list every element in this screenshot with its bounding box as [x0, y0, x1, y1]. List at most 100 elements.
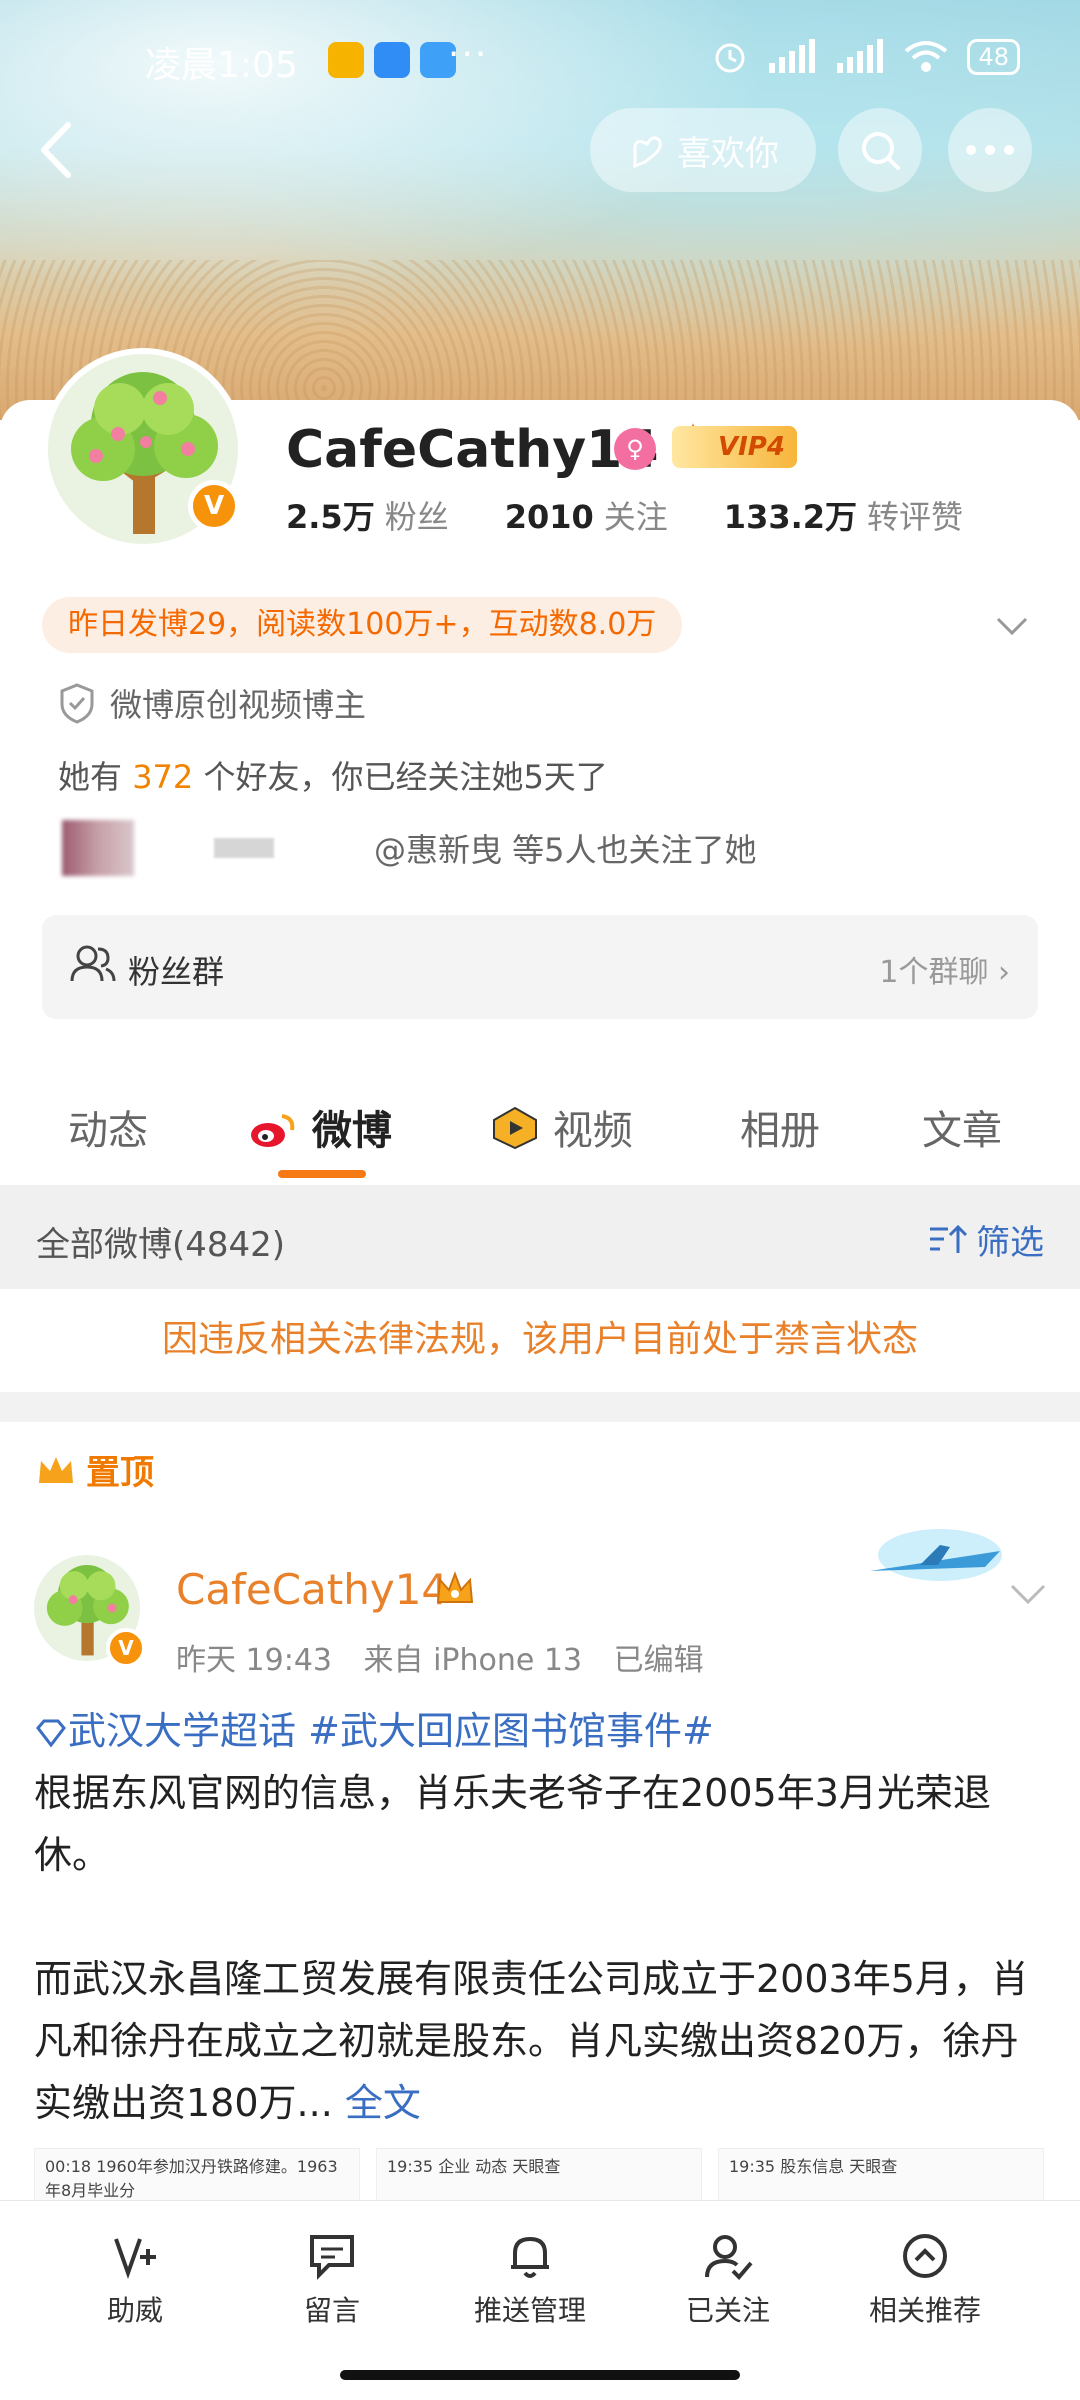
post-source: 来自 iPhone 13	[363, 1643, 583, 1678]
filter-button[interactable]: 筛选	[928, 1215, 1044, 1264]
wifi-icon	[905, 41, 948, 72]
stat-value: 2010	[504, 498, 594, 536]
verified-badge-icon: V	[106, 1628, 146, 1668]
friends-count[interactable]: 372	[132, 758, 193, 796]
alarm-icon	[715, 43, 745, 73]
stat-label: 粉丝	[384, 498, 449, 536]
bottom-nav-label: 已关注	[685, 2294, 770, 2327]
bottom-nav-label: 相关推荐	[868, 2294, 981, 2327]
chevron-left-icon	[41, 122, 71, 178]
stat-interactions[interactable]: 133.2万 转评赞	[724, 492, 963, 538]
tab-video[interactable]: 视频	[490, 1098, 633, 1156]
comment-button[interactable]: 留言	[252, 2231, 412, 2329]
airplane-sticker-icon	[870, 1529, 1002, 1581]
ellipsis-icon	[966, 145, 1014, 155]
recommend-icon	[903, 2234, 947, 2278]
home-indicator[interactable]	[340, 2370, 740, 2380]
signal-icon-2	[837, 39, 884, 73]
push-settings-button[interactable]: 推送管理	[450, 2231, 610, 2329]
post-paragraph-2: 而武汉永昌隆工贸发展有限责任公司成立于2003年5月，肖凡和徐丹在成立之初就是股…	[34, 1957, 1029, 2125]
filter-icon	[930, 1224, 968, 1253]
heart-hand-icon	[633, 136, 662, 169]
vip-badge[interactable]: VIP4	[672, 426, 797, 468]
like-you-button[interactable]: 喜欢你	[590, 108, 816, 192]
pinned-label: 置顶	[36, 1445, 154, 1494]
mutual-followers[interactable]: @惠新曳 等5人也关注了她	[62, 820, 757, 876]
followed-button[interactable]: 已关注	[648, 2231, 808, 2329]
chevron-down-icon[interactable]	[992, 605, 1032, 645]
chat-app-icon	[374, 42, 410, 78]
creator-label: 微博原创视频博主	[110, 686, 367, 724]
video-icon	[493, 1106, 537, 1150]
fan-group-row[interactable]: 粉丝群 1个群聊 ›	[42, 915, 1038, 1019]
blurred-avatar	[62, 820, 134, 876]
more-options-button[interactable]	[948, 108, 1032, 192]
cheer-icon	[114, 2238, 156, 2280]
weibo-app-icon	[328, 42, 364, 78]
post-time: 昨天 19:43	[176, 1643, 332, 1678]
friends-suffix: 个好友，你已经关注她5天了	[203, 758, 608, 796]
verified-badge-icon: V	[188, 480, 240, 532]
diamond-icon	[36, 1719, 66, 1748]
profile-username: CafeCathy14	[286, 420, 659, 480]
stat-value: 2.5万	[286, 498, 375, 536]
read-more-link[interactable]: 全文	[345, 2081, 421, 2125]
bottom-nav-label: 助威	[106, 2294, 163, 2327]
status-time: 凌晨1:05	[145, 45, 298, 86]
pinned-text: 置顶	[86, 1453, 154, 1493]
back-button[interactable]	[30, 115, 80, 185]
signal-icon	[769, 39, 816, 73]
section-divider	[0, 1392, 1080, 1422]
crown-icon	[39, 1456, 73, 1483]
stat-value: 133.2万	[723, 498, 858, 536]
related-recommend-button[interactable]: 相关推荐	[845, 2231, 1005, 2329]
profile-stats: 2.5万 粉丝 2010 关注 133.2万 转评赞	[286, 492, 963, 538]
stat-label: 转评赞	[867, 498, 964, 536]
tab-weibo[interactable]: 微博	[248, 1098, 392, 1156]
tab-dynamic[interactable]: 动态	[68, 1098, 148, 1156]
message-icon	[310, 2235, 354, 2280]
banned-notice: 因违反相关法律法规，该用户目前处于禁言状态	[0, 1290, 1080, 1390]
status-bar: 凌晨1:05 ··· 48	[0, 30, 1080, 90]
profile-tabs: 动态 微博 视频 相册 文章	[0, 1090, 1080, 1180]
creator-label-row: 微博原创视频博主	[58, 680, 366, 726]
post-edited[interactable]: 已编辑	[614, 1643, 704, 1678]
fan-group-label: 粉丝群	[128, 953, 225, 991]
post-images: 00:18 1960年参加汉丹铁路修建。1963年8月毕业分 19:35 企业 …	[34, 2148, 1044, 2208]
tab-album[interactable]: 相册	[740, 1098, 820, 1156]
activity-summary[interactable]: 昨日发博29，阅读数100万+，互动数8.0万	[42, 597, 683, 653]
post-author-name[interactable]: CafeCathy14	[176, 1565, 448, 1614]
post-paragraph-1: 根据东风官网的信息，肖乐夫老爷子在2005年3月光荣退休。	[34, 1771, 991, 1877]
more-notifications-icon: ···	[448, 34, 489, 75]
blurred-name	[214, 838, 274, 858]
bottom-nav-label: 留言	[303, 2294, 360, 2327]
filter-label: 筛选	[976, 1223, 1044, 1263]
shield-icon	[60, 683, 94, 724]
stat-followers[interactable]: 2.5万 粉丝	[286, 492, 449, 538]
super-topic-link[interactable]: 武汉大学超话	[34, 1709, 296, 1753]
member-crown-icon	[436, 1571, 474, 1603]
tab-article[interactable]: 文章	[922, 1098, 1002, 1156]
female-gender-icon: ♀	[614, 428, 656, 470]
followed-icon	[705, 2235, 753, 2280]
post-body: 武汉大学超话 #武大回应图书馆事件# 根据东风官网的信息，肖乐夫老爷子在2005…	[34, 1700, 1044, 2134]
bottom-nav-label: 推送管理	[473, 2294, 586, 2327]
tab-label: 视频	[552, 1108, 633, 1154]
bell-icon	[511, 2236, 549, 2278]
post-menu-chevron-icon[interactable]	[1006, 1570, 1050, 1614]
post-image-thumb[interactable]: 19:35 企业 动态 天眼查	[376, 2148, 702, 2208]
all-posts-count: 全部微博(4842)	[36, 1225, 286, 1265]
mutual-text: @惠新曳 等5人也关注了她	[374, 831, 757, 869]
group-icon	[70, 945, 116, 982]
search-icon	[862, 132, 900, 170]
stat-following[interactable]: 2010 关注	[505, 492, 668, 538]
hashtag-link[interactable]: #武大回应图书馆事件#	[308, 1709, 714, 1753]
post-image-thumb[interactable]: 19:35 股东信息 天眼查	[718, 2148, 1044, 2208]
fan-group-count: 1个群聊 ›	[879, 955, 1010, 990]
active-tab-indicator	[278, 1170, 366, 1178]
cheer-button[interactable]: 助威	[55, 2231, 215, 2329]
like-you-label: 喜欢你	[677, 133, 779, 174]
search-button[interactable]	[838, 108, 922, 192]
filter-bar: 全部微博(4842) 筛选	[0, 1185, 1080, 1289]
post-image-thumb[interactable]: 00:18 1960年参加汉丹铁路修建。1963年8月毕业分	[34, 2148, 360, 2208]
